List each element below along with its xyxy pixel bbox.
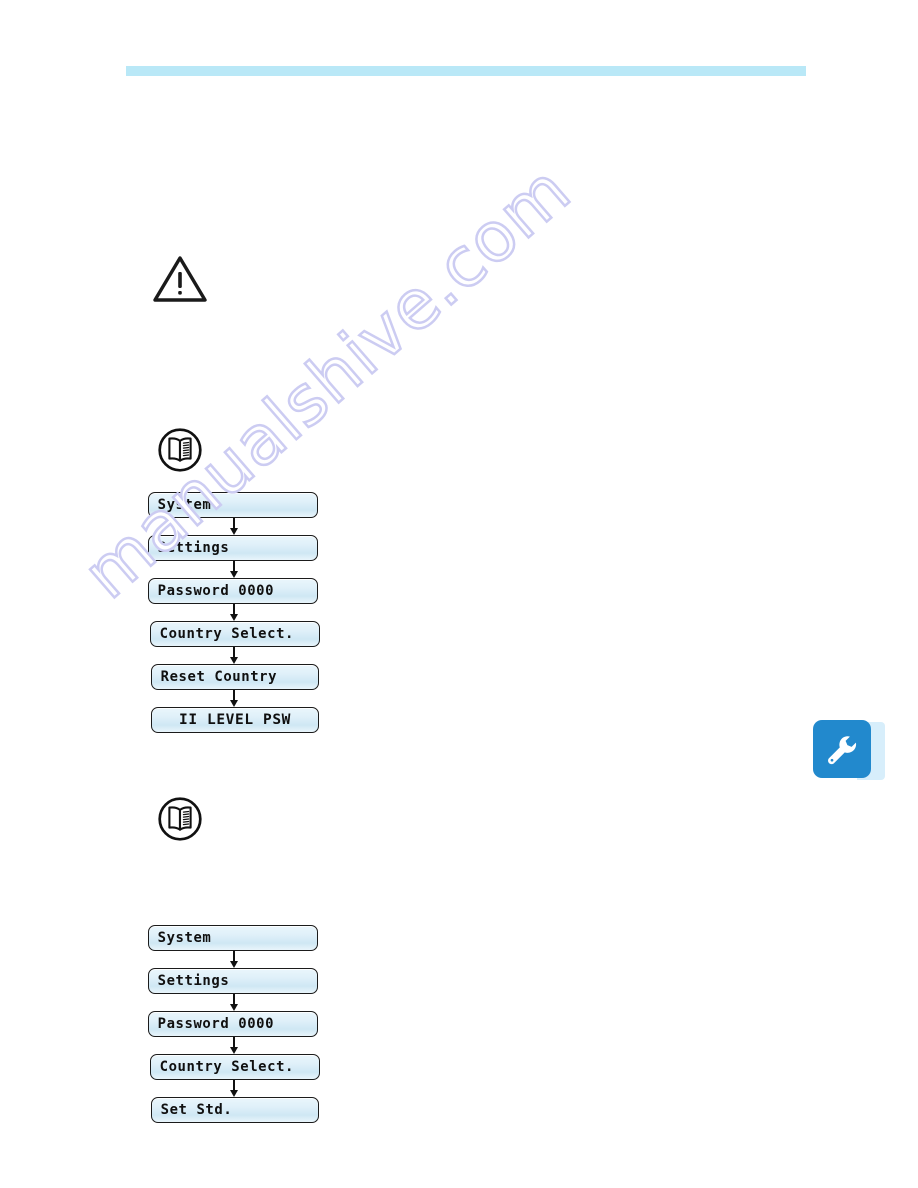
flow-arrow	[148, 1037, 320, 1054]
lcd-text: Reset Country	[160, 668, 278, 685]
header-rule	[126, 66, 806, 76]
tab-square[interactable]	[813, 720, 871, 778]
lcd-display-box: Set Std.	[151, 1097, 319, 1123]
flow-step: Password 0000	[148, 1011, 320, 1037]
flow-arrow	[148, 561, 320, 578]
flow-arrow	[148, 518, 320, 535]
flow-step: Password 0000	[148, 578, 320, 604]
flow-step: Set Std.	[151, 1097, 320, 1123]
lcd-display-box: Password 0000	[148, 1011, 318, 1037]
reset-country-flow: System Settings Password 0000 Country Se…	[148, 492, 320, 733]
flow-step: II LEVEL PSW	[151, 707, 320, 733]
open-book-icon	[157, 427, 203, 478]
lcd-text: Settings	[157, 972, 230, 989]
warning-triangle-icon	[152, 254, 208, 309]
lcd-text: Password 0000	[157, 582, 275, 599]
lcd-display-box: Settings	[148, 968, 318, 994]
lcd-text: Settings	[157, 539, 230, 556]
open-book-icon	[157, 796, 203, 847]
flow-step: Settings	[148, 535, 320, 561]
lcd-text: System	[157, 929, 212, 946]
flow-step: Reset Country	[151, 664, 320, 690]
lcd-text: Country Select.	[159, 625, 294, 642]
lcd-display-box: Reset Country	[151, 664, 319, 690]
flow-arrow	[148, 647, 320, 664]
lcd-text: Password 0000	[157, 1015, 275, 1032]
flow-step: Settings	[148, 968, 320, 994]
lcd-display-box: System	[148, 925, 318, 951]
lcd-text: II LEVEL PSW	[179, 711, 291, 728]
flow-step: System	[148, 492, 320, 518]
lcd-display-box: II LEVEL PSW	[151, 707, 319, 733]
watermark-text: manualshive.com	[68, 149, 587, 615]
flow-arrow	[148, 994, 320, 1011]
lcd-text: System	[157, 496, 212, 513]
flow-arrow	[148, 690, 320, 707]
lcd-text: Set Std.	[160, 1101, 233, 1118]
flow-step: System	[148, 925, 320, 951]
lcd-display-box: Password 0000	[148, 578, 318, 604]
flow-arrow	[148, 1080, 320, 1097]
flow-arrow	[148, 604, 320, 621]
set-std-flow: System Settings Password 0000 Country Se…	[148, 925, 320, 1123]
flow-step: Country Select.	[150, 1054, 320, 1080]
flow-step: Country Select.	[150, 621, 320, 647]
lcd-display-box: Country Select.	[150, 1054, 320, 1080]
wrench-icon	[828, 736, 857, 765]
watermark: manualshive.com	[0, 0, 918, 1188]
lcd-text: Country Select.	[159, 1058, 294, 1075]
lcd-display-box: Settings	[148, 535, 318, 561]
lcd-display-box: System	[148, 492, 318, 518]
lcd-display-box: Country Select.	[150, 621, 320, 647]
flow-arrow	[148, 951, 320, 968]
